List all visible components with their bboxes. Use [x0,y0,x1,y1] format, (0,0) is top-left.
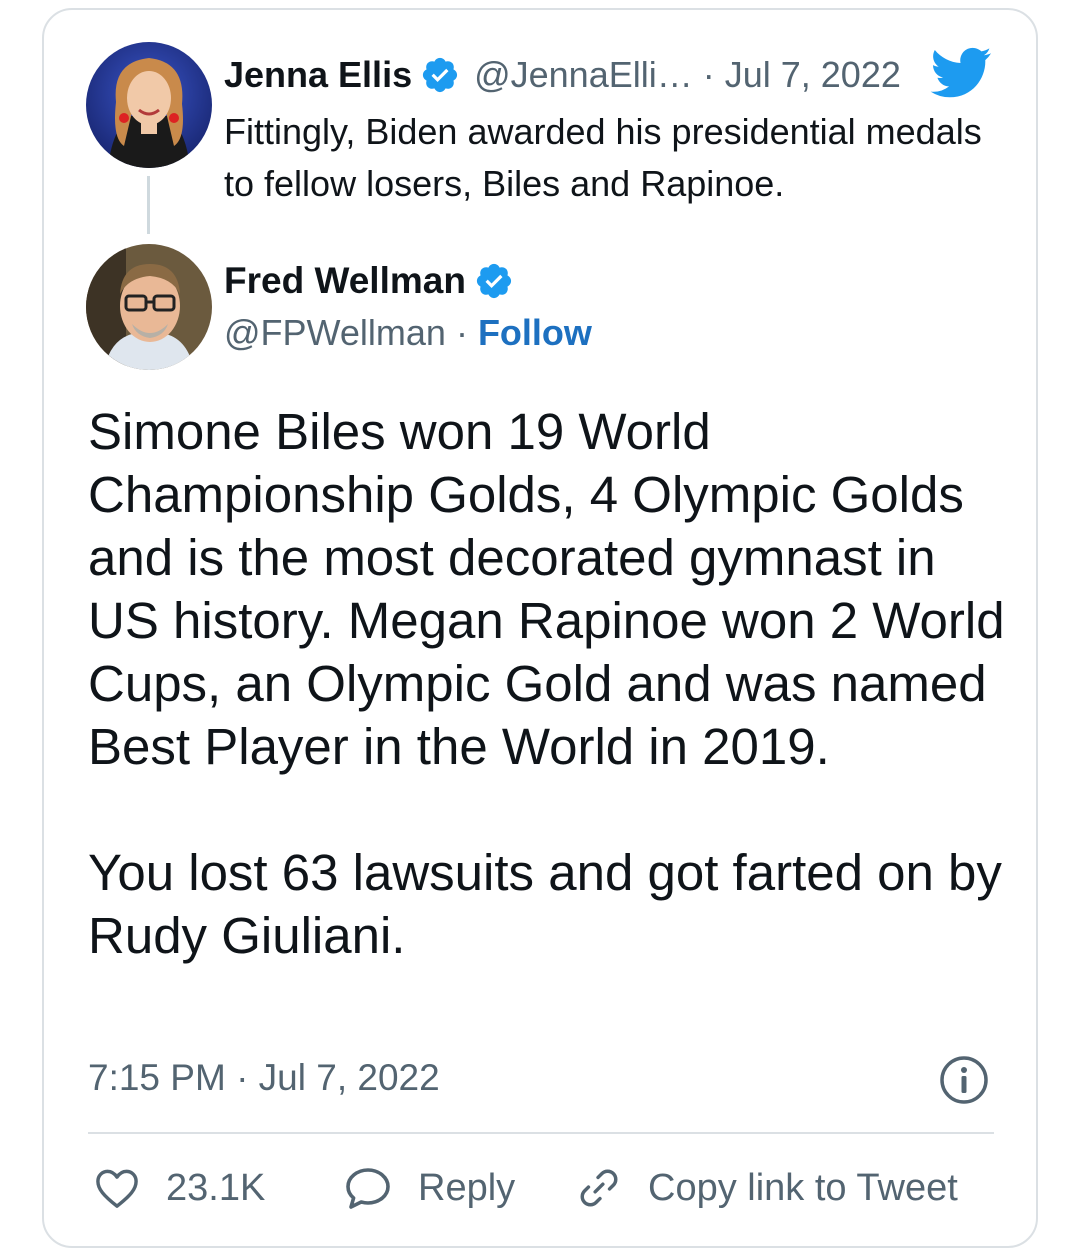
quoted-author-name[interactable]: Jenna Ellis [224,54,412,96]
follow-button[interactable]: Follow [478,312,592,354]
reply-label: Reply [418,1166,516,1209]
info-icon[interactable] [938,1054,990,1106]
tweet-timestamp[interactable]: 7:15 PM · Jul 7, 2022 [88,1052,440,1104]
avatar[interactable] [86,42,212,168]
like-button[interactable]: 23.1K [94,1160,265,1216]
author-name-row: Fred Wellman [224,258,514,304]
heart-icon [96,1169,138,1208]
quoted-tweet-header: Jenna Ellis @JennaElli… · Jul 7, 2022 [224,52,901,98]
avatar[interactable] [86,244,212,370]
twitter-bird-icon[interactable] [930,46,992,100]
author-name[interactable]: Fred Wellman [224,260,466,302]
speech-bubble-icon [346,1168,390,1209]
like-count: 23.1K [166,1166,266,1209]
thread-connector-line [147,176,150,234]
copy-link-label: Copy link to Tweet [648,1166,958,1209]
author-handle[interactable]: @FPWellman [224,312,446,354]
quoted-tweet-text: Fittingly, Biden awarded his presidentia… [224,111,982,204]
tweet-text: Simone Biles won 19 World Championship G… [88,400,1008,967]
reply-button[interactable]: Reply [344,1160,515,1216]
author-handle-row: @FPWellman · Follow [224,310,592,356]
copy-link-button[interactable]: Copy link to Tweet [576,1160,958,1216]
divider [88,1132,994,1134]
verified-badge-icon [474,261,514,301]
quoted-author-handle[interactable]: @JennaElli… [474,54,693,96]
verified-badge-icon [420,55,460,95]
separator-dot: · [702,54,715,95]
tweet-paragraph: Simone Biles won 19 World Championship G… [88,403,1005,775]
separator-dot: · [455,312,468,353]
tweet-paragraph: You lost 63 lawsuits and got farted on b… [88,844,1002,964]
tweet-actions: 23.1K Reply Copy link to Tweet [88,1160,994,1216]
link-icon [580,1169,618,1207]
quoted-tweet-date[interactable]: Jul 7, 2022 [725,54,901,96]
